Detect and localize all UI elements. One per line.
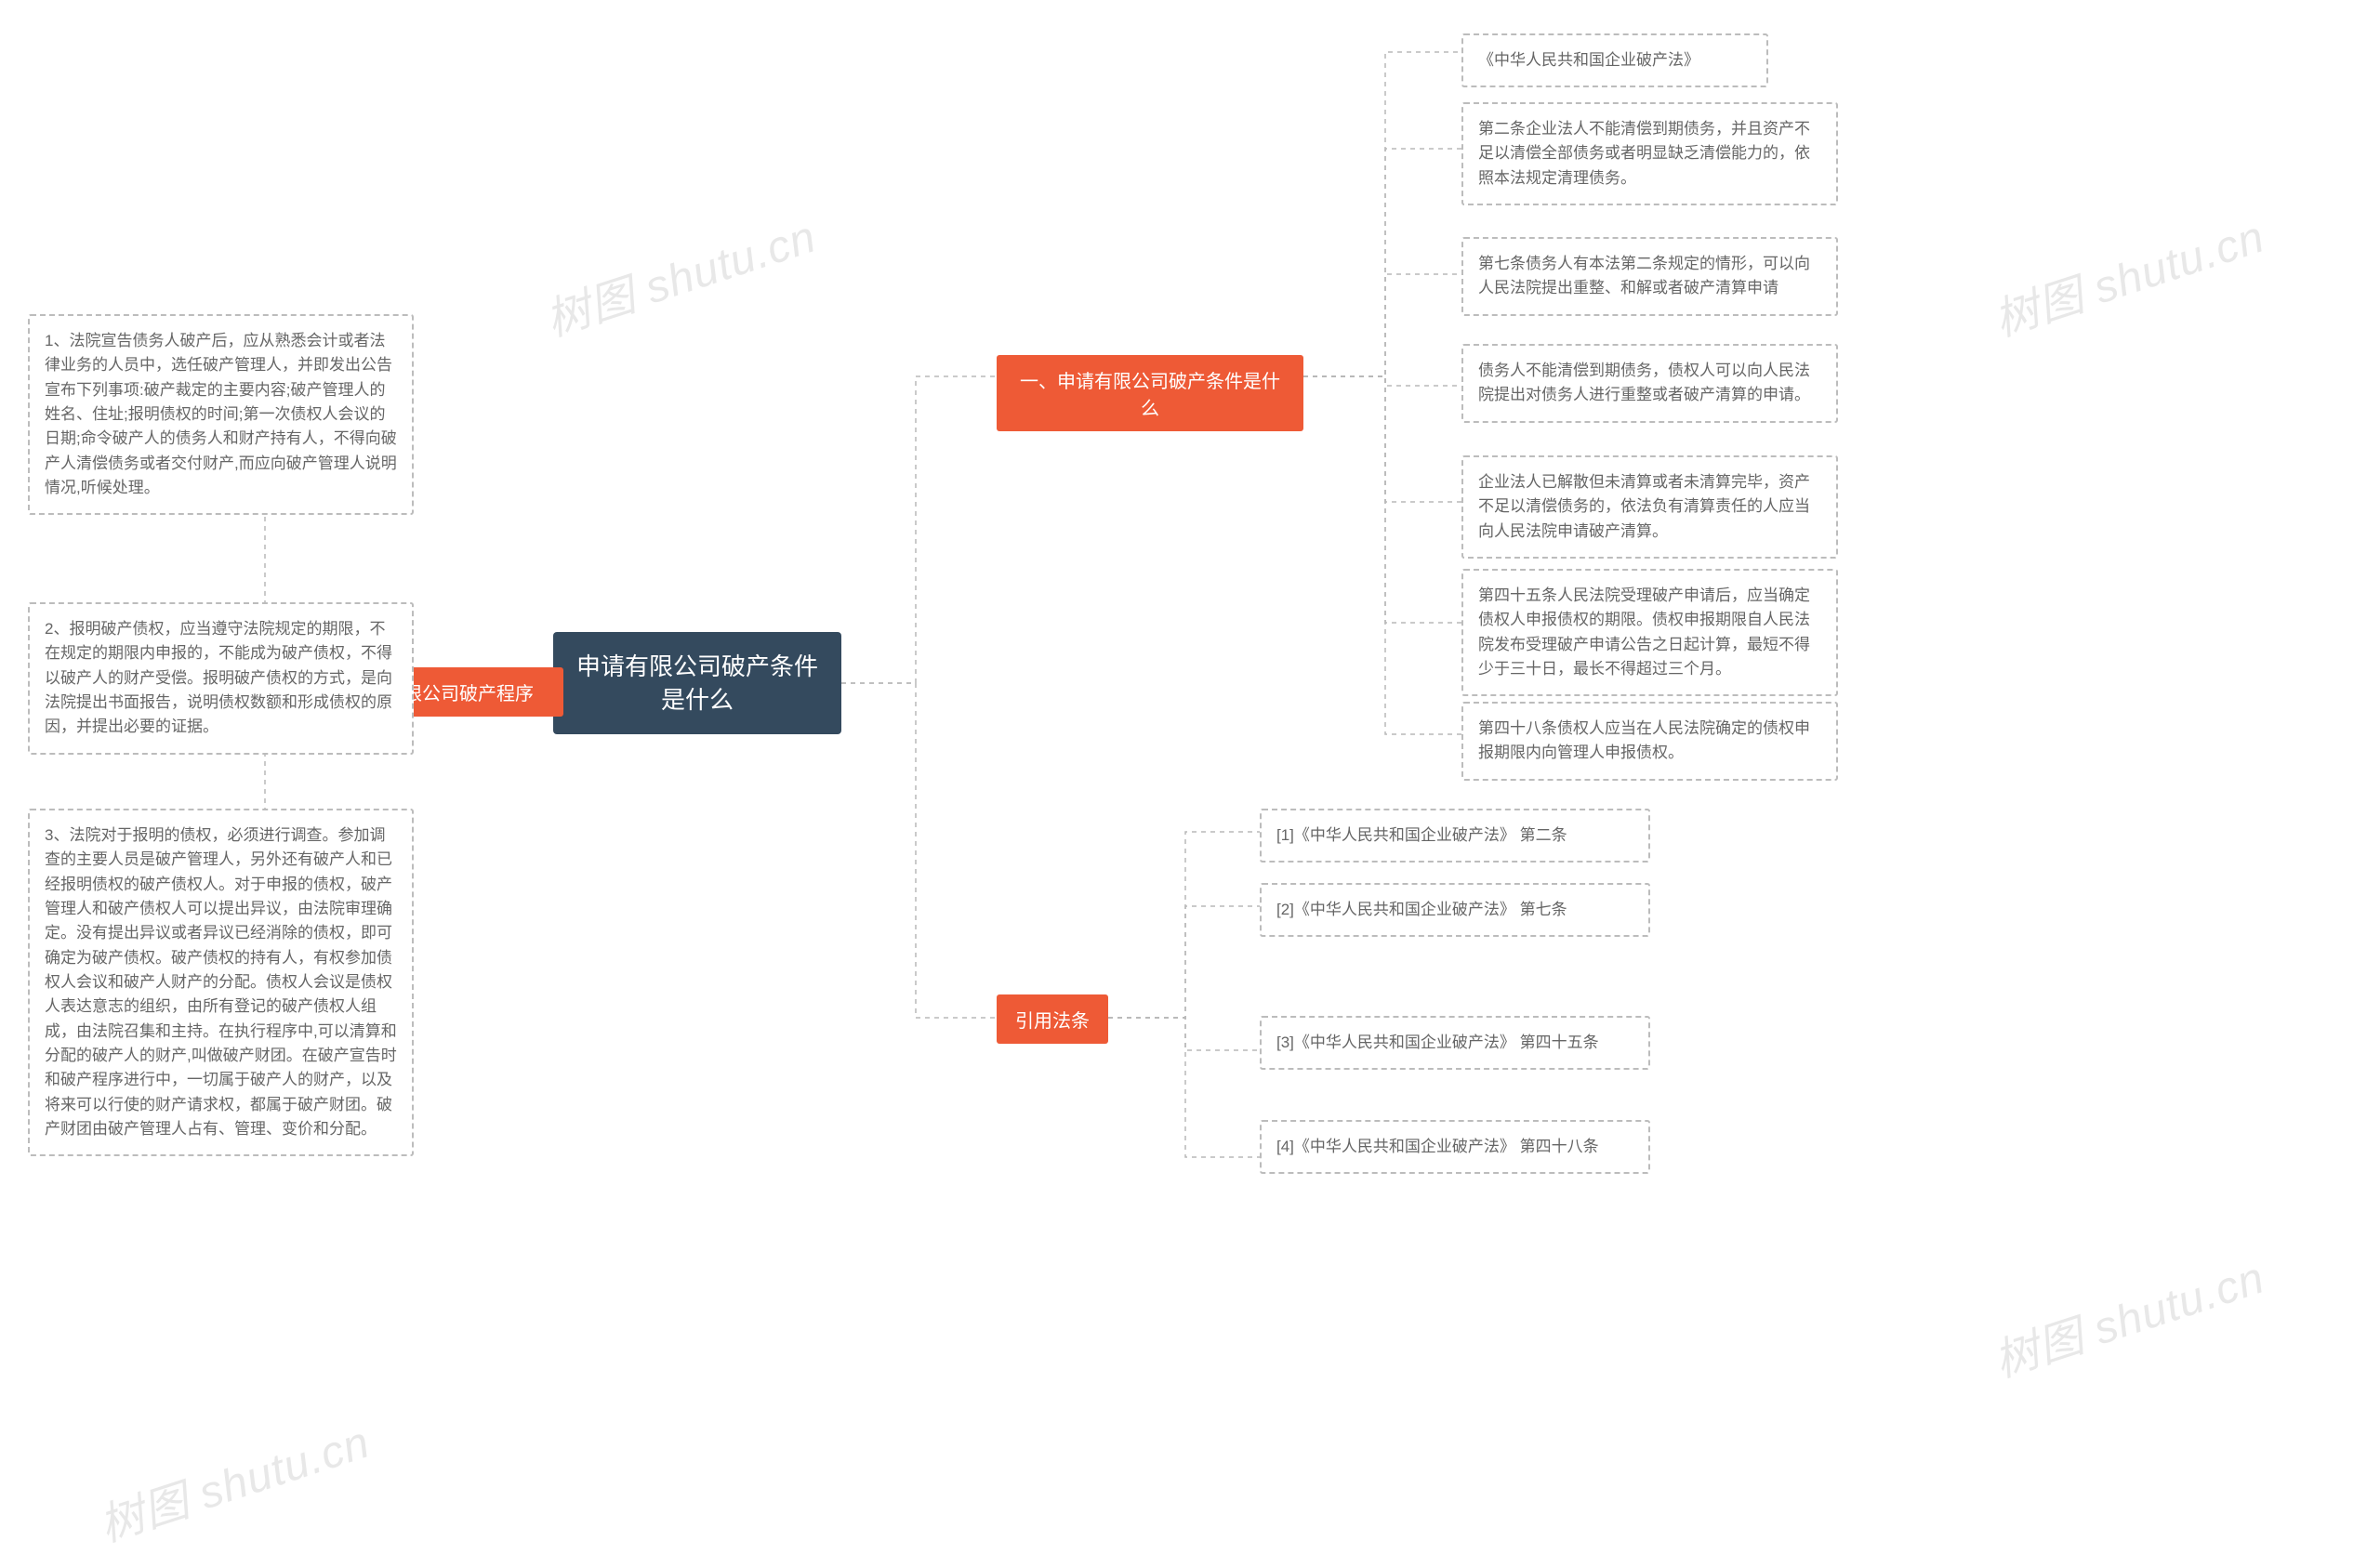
leaf-text: 1、法院宣告债务人破产后，应从熟悉会计或者法律业务的人员中，选任破产管理人，并即… (45, 332, 397, 496)
leaf-node[interactable]: 3、法院对于报明的债权，必须进行调查。参加调查的主要人员是破产管理人，另外还有破… (28, 809, 414, 1156)
leaf-node[interactable]: 2、报明破产债权，应当遵守法院规定的期限，不在规定的期限内申报的，不能成为破产债… (28, 602, 414, 755)
leaf-text: [1]《中华人民共和国企业破产法》 第二条 (1276, 826, 1567, 844)
leaf-text: 第二条企业法人不能清偿到期债务，并且资产不足以清偿全部债务或者明显缺乏清偿能力的… (1478, 120, 1810, 187)
leaf-node[interactable]: 第四十五条人民法院受理破产申请后，应当确定债权人申报债权的期限。债权申报期限自人… (1461, 569, 1838, 696)
leaf-node[interactable]: 《中华人民共和国企业破产法》 (1461, 33, 1768, 87)
leaf-node[interactable]: [4]《中华人民共和国企业破产法》 第四十八条 (1260, 1120, 1650, 1174)
leaf-node[interactable]: 债务人不能清偿到期债务，债权人可以向人民法院提出对债务人进行重整或者破产清算的申… (1461, 344, 1838, 423)
leaf-text: 《中华人民共和国企业破产法》 (1478, 51, 1699, 69)
leaf-text: 第四十八条债权人应当在人民法院确定的债权申报期限内向管理人申报债权。 (1478, 719, 1810, 761)
leaf-text: 债务人不能清偿到期债务，债权人可以向人民法院提出对债务人进行重整或者破产清算的申… (1478, 362, 1810, 403)
leaf-node[interactable]: 企业法人已解散但未清算或者未清算完毕，资产不足以清偿债务的，依法负有清算责任的人… (1461, 455, 1838, 559)
leaf-text: [3]《中华人民共和国企业破产法》 第四十五条 (1276, 1034, 1599, 1051)
leaf-node[interactable]: 1、法院宣告债务人破产后，应从熟悉会计或者法律业务的人员中，选任破产管理人，并即… (28, 314, 414, 515)
branch-label: 引用法条 (1015, 1011, 1090, 1032)
leaf-node[interactable]: [2]《中华人民共和国企业破产法》 第七条 (1260, 883, 1650, 937)
leaf-text: 3、法院对于报明的债权，必须进行调查。参加调查的主要人员是破产管理人，另外还有破… (45, 826, 397, 1138)
watermark: 树图 shutu.cn (1985, 200, 2272, 349)
leaf-text: 企业法人已解散但未清算或者未清算完毕，资产不足以清偿债务的，依法负有清算责任的人… (1478, 473, 1810, 540)
leaf-text: 第七条债务人有本法第二条规定的情形，可以向人民法院提出重整、和解或者破产清算申请 (1478, 255, 1810, 296)
leaf-text: [2]《中华人民共和国企业破产法》 第七条 (1276, 901, 1567, 918)
watermark: 树图 shutu.cn (536, 200, 824, 349)
branch-conditions[interactable]: 一、申请有限公司破产条件是什么 (997, 355, 1303, 431)
leaf-text: 第四十五条人民法院受理破产申请后，应当确定债权人申报债权的期限。债权申报期限自人… (1478, 586, 1810, 678)
leaf-node[interactable]: [3]《中华人民共和国企业破产法》 第四十五条 (1260, 1016, 1650, 1070)
leaf-node[interactable]: 第四十八条债权人应当在人民法院确定的债权申报期限内向管理人申报债权。 (1461, 702, 1838, 781)
leaf-node[interactable]: 第七条债务人有本法第二条规定的情形，可以向人民法院提出重整、和解或者破产清算申请 (1461, 237, 1838, 316)
connector-lines (0, 0, 2380, 1521)
branch-citations[interactable]: 引用法条 (997, 994, 1108, 1044)
center-topic[interactable]: 申请有限公司破产条件是什么 (553, 632, 841, 734)
leaf-text: 2、报明破产债权，应当遵守法院规定的期限，不在规定的期限内申报的，不能成为破产债… (45, 620, 392, 735)
leaf-node[interactable]: 第二条企业法人不能清偿到期债务，并且资产不足以清偿全部债务或者明显缺乏清偿能力的… (1461, 102, 1838, 205)
center-title: 申请有限公司破产条件是什么 (572, 650, 823, 718)
leaf-text: [4]《中华人民共和国企业破产法》 第四十八条 (1276, 1138, 1599, 1155)
watermark: 树图 shutu.cn (1985, 1241, 2272, 1389)
leaf-node[interactable]: [1]《中华人民共和国企业破产法》 第二条 (1260, 809, 1650, 863)
branch-label: 一、申请有限公司破产条件是什么 (1020, 372, 1280, 419)
watermark: 树图 shutu.cn (90, 1405, 377, 1554)
